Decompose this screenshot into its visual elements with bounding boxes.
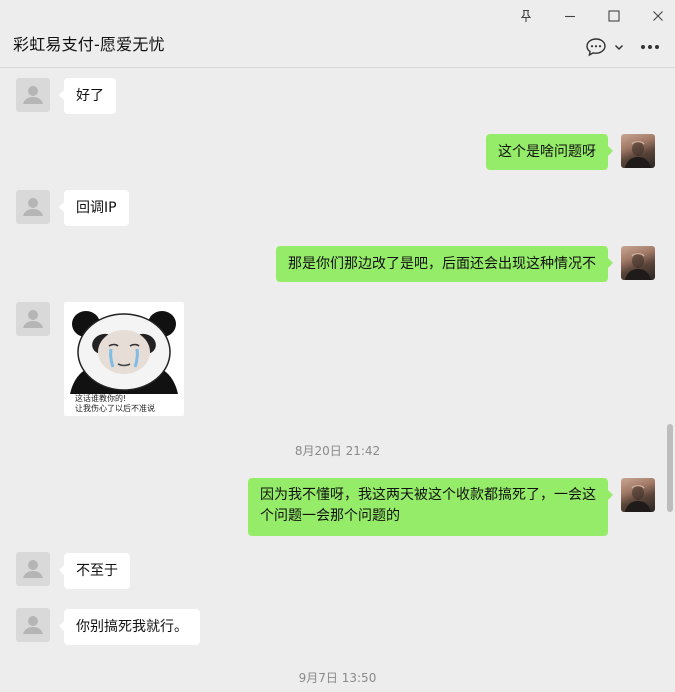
- message-bubble-incoming[interactable]: 好了: [59, 78, 116, 114]
- message-list[interactable]: 好了 这个是啥问题呀 回调IP 那是你们那边改了是吧，后面还会出现这种情况不 这…: [0, 69, 675, 692]
- contact-avatar[interactable]: [16, 608, 50, 642]
- close-button[interactable]: [646, 4, 670, 28]
- chat-bubble-icon: [586, 38, 606, 57]
- self-avatar[interactable]: [621, 134, 655, 168]
- maximize-icon: [608, 10, 620, 22]
- person-icon: [23, 310, 43, 328]
- title-bar: 彩虹易支付-愿爱无忧: [0, 0, 675, 68]
- contact-avatar[interactable]: [16, 78, 50, 112]
- sticker-message[interactable]: 这话谁教你的! 让我伤心了以后不准说: [64, 302, 184, 416]
- message-timestamp: 9月7日 13:50: [298, 671, 377, 685]
- message-bubble-incoming[interactable]: 你别搞死我就行。: [59, 609, 200, 645]
- contact-avatar[interactable]: [16, 552, 50, 586]
- message-bubble-incoming[interactable]: 不至于: [59, 553, 130, 589]
- more-button[interactable]: [638, 36, 662, 58]
- sticker-caption-line1: 这话谁教你的!: [75, 394, 127, 403]
- contact-avatar[interactable]: [16, 190, 50, 224]
- minimize-button[interactable]: [558, 4, 582, 28]
- message-bubble-incoming[interactable]: 回调IP: [59, 190, 129, 226]
- minimize-icon: [565, 15, 575, 18]
- message-timestamp: 8月20日 21:42: [294, 444, 381, 458]
- person-icon: [23, 560, 43, 578]
- chat-title: 彩虹易支付-愿爱无忧: [13, 35, 165, 54]
- chat-info-button[interactable]: [583, 36, 627, 58]
- sticker-caption-line2: 让我伤心了以后不准说: [75, 404, 155, 413]
- self-avatar[interactable]: [621, 246, 655, 280]
- person-icon: [23, 198, 43, 216]
- more-icon: [641, 45, 659, 49]
- pin-icon: [520, 9, 532, 22]
- photo-avatar-icon: [625, 141, 651, 168]
- photo-avatar-icon: [625, 485, 651, 512]
- message-bubble-outgoing[interactable]: 因为我不懂呀，我这两天被这个收款都搞死了，一会这个问题一会那个问题的: [248, 478, 613, 536]
- photo-avatar-icon: [625, 253, 651, 280]
- maximize-button[interactable]: [602, 4, 626, 28]
- panda-meme-icon: [70, 311, 178, 394]
- scrollbar-thumb[interactable]: [667, 424, 673, 512]
- message-bubble-outgoing[interactable]: 那是你们那边改了是吧，后面还会出现这种情况不: [276, 246, 613, 282]
- pin-button[interactable]: [514, 4, 538, 28]
- person-icon: [23, 86, 43, 104]
- chevron-down-icon: [614, 44, 624, 51]
- message-bubble-outgoing[interactable]: 这个是啥问题呀: [486, 134, 613, 170]
- contact-avatar[interactable]: [16, 302, 50, 336]
- self-avatar[interactable]: [621, 478, 655, 512]
- person-icon: [23, 616, 43, 634]
- close-icon: [653, 11, 663, 21]
